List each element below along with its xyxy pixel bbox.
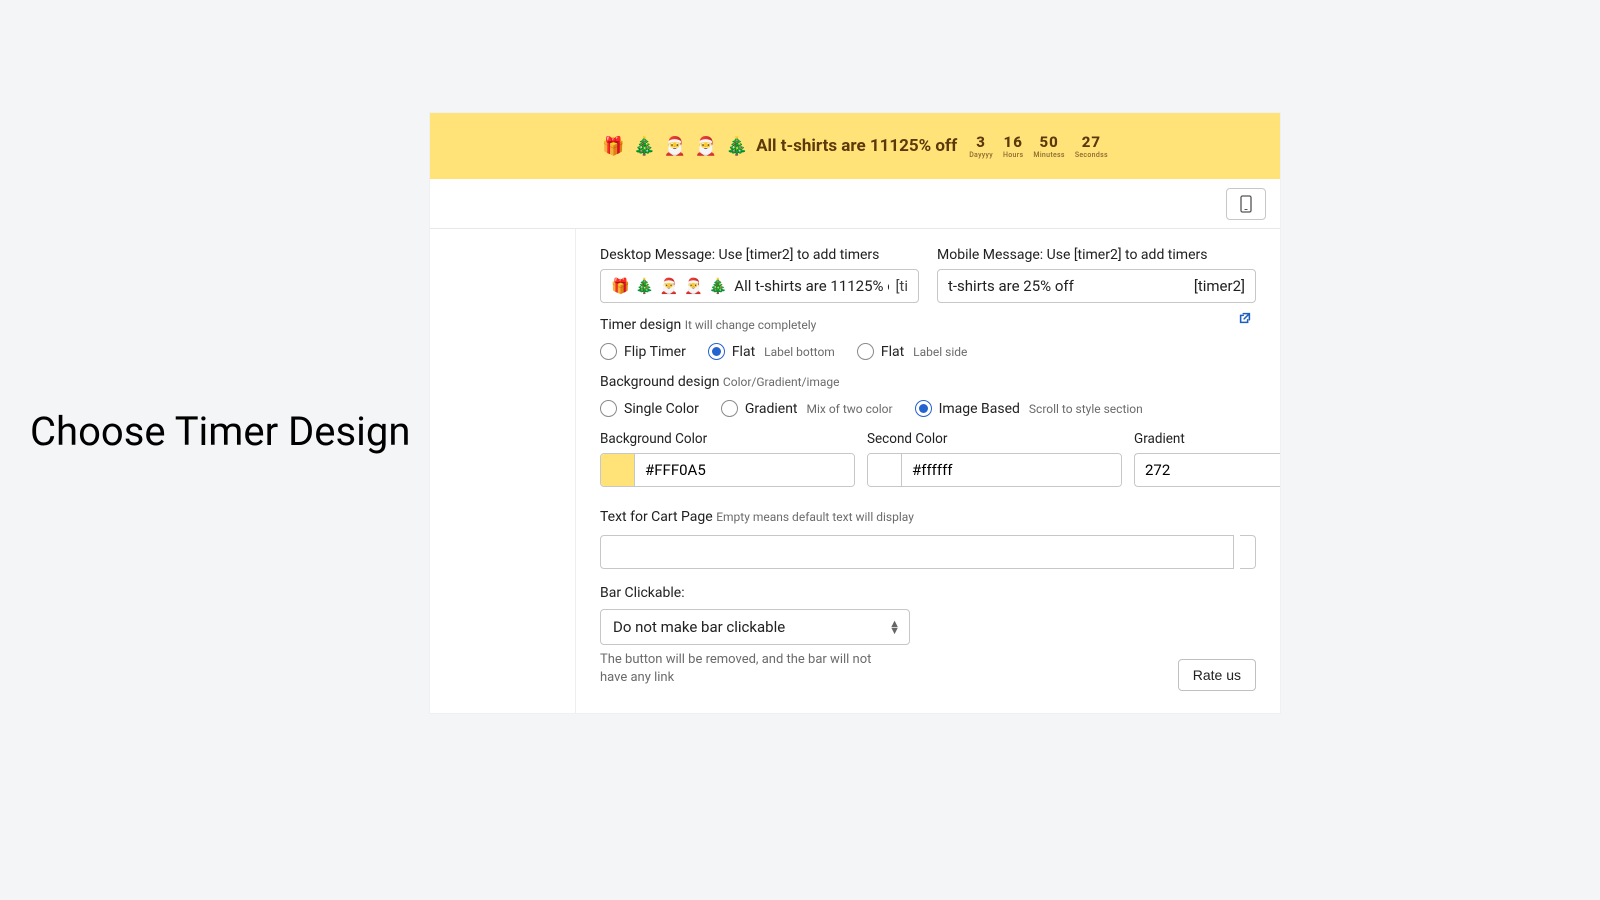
timer-design-hint: It will change completely — [685, 318, 817, 332]
mobile-preview-button[interactable] — [1226, 188, 1266, 220]
banner-emojis: 🎁 🎄 🎅 🎅 🎄 — [602, 136, 750, 157]
background-design-radios: Single Color Gradient Mix of two color I… — [600, 400, 1256, 417]
mobile-icon — [1240, 195, 1252, 213]
radio-flat-bottom-label: Flat — [732, 344, 755, 360]
bar-clickable-select[interactable]: Do not make bar clickable — [600, 609, 910, 645]
cart-text-addon[interactable] — [1240, 535, 1256, 569]
second-color-field[interactable] — [902, 454, 1121, 486]
cart-text-section: Text for Cart Page Empty means default t… — [600, 509, 1256, 525]
cart-text-hint: Empty means default text will display — [716, 510, 914, 524]
background-design-label: Background design — [600, 374, 719, 390]
banner-text: All t-shirts are 11125% off — [756, 136, 957, 156]
countdown-hours: 16 Hours — [1003, 133, 1023, 159]
radio-flat-bottom-hint: Label bottom — [764, 345, 835, 359]
desktop-message-field[interactable] — [734, 277, 889, 295]
radio-flip-timer[interactable]: Flip Timer — [600, 343, 686, 360]
radio-flat-side-hint: Label side — [913, 345, 967, 359]
mobile-timer-tag: [timer2] — [1194, 277, 1245, 295]
preview-toolbar — [430, 179, 1280, 229]
background-color-swatch[interactable] — [601, 454, 635, 486]
settings-panel: Desktop Message: Use [timer2] to add tim… — [575, 229, 1280, 713]
second-color-swatch[interactable] — [868, 454, 902, 486]
app-frame: 🎁 🎄 🎅 🎅 🎄 All t-shirts are 11125% off 3 … — [430, 113, 1280, 713]
background-color-field[interactable] — [635, 454, 854, 486]
radio-image-based-hint: Scroll to style section — [1029, 402, 1143, 416]
timer-design-label: Timer design — [600, 317, 681, 333]
page-caption: Choose Timer Design — [30, 408, 410, 455]
countdown-hours-value: 16 — [1003, 133, 1023, 151]
countdown-minutes: 50 Minutess — [1033, 133, 1064, 159]
countdown-seconds-label: Secondss — [1075, 151, 1108, 159]
preview-banner: 🎁 🎄 🎅 🎅 🎄 All t-shirts are 11125% off 3 … — [430, 113, 1280, 179]
countdown-seconds-value: 27 — [1075, 133, 1108, 151]
desktop-message-label: Desktop Message: Use [timer2] to add tim… — [600, 247, 919, 263]
radio-gradient[interactable]: Gradient Mix of two color — [721, 400, 893, 417]
countdown-hours-label: Hours — [1003, 151, 1023, 159]
countdown-minutes-label: Minutess — [1033, 151, 1064, 159]
radio-image-based[interactable]: Image Based Scroll to style section — [915, 400, 1143, 417]
radio-image-based-label: Image Based — [939, 401, 1020, 417]
radio-flip-timer-label: Flip Timer — [624, 344, 686, 360]
radio-flat-side[interactable]: Flat Label side — [857, 343, 968, 360]
rate-us-button[interactable]: Rate us — [1178, 659, 1256, 691]
second-color-label: Second Color — [867, 431, 1122, 447]
select-caret-icon: ▲▼ — [889, 620, 900, 634]
countdown-days-label: Dayyyy — [969, 151, 993, 159]
bar-clickable-value: Do not make bar clickable — [613, 618, 785, 636]
timer-design-radios: Flip Timer Flat Label bottom Flat Label … — [600, 343, 1256, 360]
radio-gradient-hint: Mix of two color — [807, 402, 893, 416]
countdown-days: 3 Dayyyy — [969, 133, 993, 159]
radio-flat-bottom[interactable]: Flat Label bottom — [708, 343, 835, 360]
mobile-message-label: Mobile Message: Use [timer2] to add time… — [937, 247, 1256, 263]
background-color-input[interactable] — [600, 453, 855, 487]
gradient-label: Gradient — [1134, 431, 1280, 447]
second-color-input[interactable] — [867, 453, 1122, 487]
background-color-label: Background Color — [600, 431, 855, 447]
timer-design-section: Timer design It will change completely — [600, 317, 1256, 333]
gradient-input[interactable]: Angle — [1134, 453, 1280, 487]
bar-clickable-label: Bar Clickable: — [600, 585, 1256, 601]
desktop-input-suffix: [ti — [895, 277, 908, 295]
cart-text-input[interactable] — [600, 535, 1234, 569]
gradient-angle-field[interactable] — [1134, 453, 1280, 487]
mobile-message-input[interactable]: [timer2] — [937, 269, 1256, 303]
radio-single-color[interactable]: Single Color — [600, 400, 699, 417]
countdown-days-value: 3 — [969, 133, 993, 151]
desktop-message-input[interactable]: 🎁 🎄 🎅 🎅 🎄 [ti — [600, 269, 919, 303]
bar-clickable-help: The button will be removed, and the bar … — [600, 651, 900, 686]
countdown-seconds: 27 Secondss — [1075, 133, 1108, 159]
radio-single-color-label: Single Color — [624, 401, 699, 417]
background-design-section: Background design Color/Gradient/image — [600, 374, 1256, 390]
mobile-message-field[interactable] — [948, 277, 1188, 295]
background-design-hint: Color/Gradient/image — [723, 375, 840, 389]
countdown-minutes-value: 50 — [1033, 133, 1064, 151]
banner-countdown: 3 Dayyyy 16 Hours 50 Minutess 27 Seconds… — [969, 133, 1108, 159]
radio-gradient-label: Gradient — [745, 401, 798, 417]
desktop-input-emojis: 🎁 🎄 🎅 🎅 🎄 — [611, 277, 728, 295]
radio-flat-side-label: Flat — [881, 344, 904, 360]
cart-text-label: Text for Cart Page — [600, 509, 713, 525]
open-external-icon[interactable] — [1238, 311, 1252, 329]
